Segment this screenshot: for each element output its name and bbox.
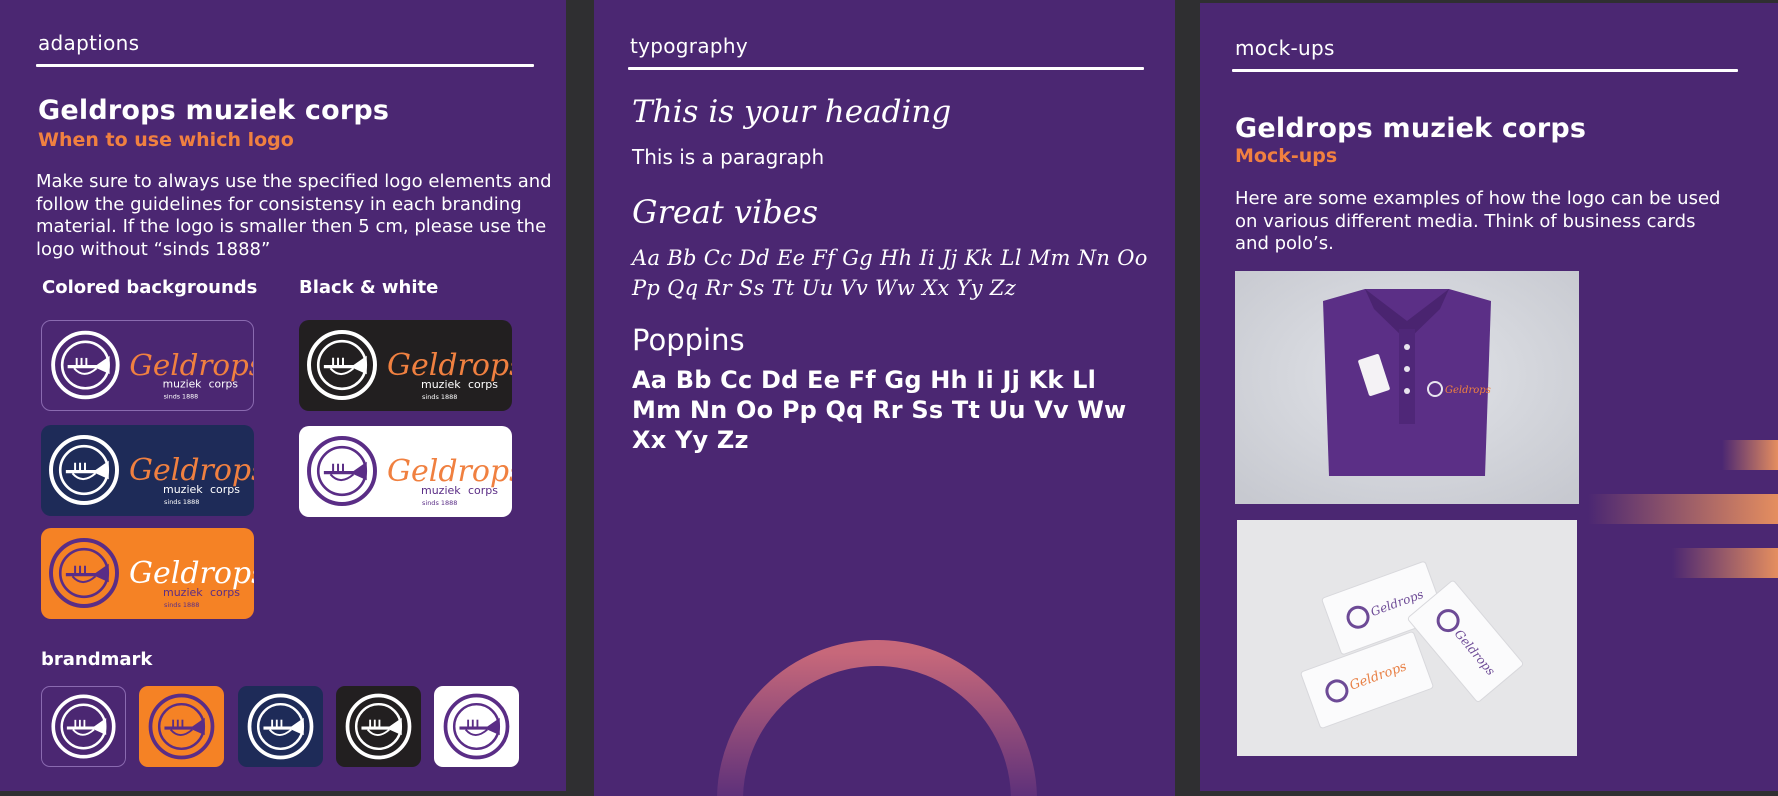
title-rule [1232, 69, 1738, 72]
decorative-stripe [1588, 494, 1778, 524]
svg-text:sinds 1888: sinds 1888 [164, 601, 199, 609]
brandmark-navy [238, 686, 323, 767]
brandmark-orange [139, 686, 224, 767]
brandmark-purple [41, 686, 126, 767]
sans-alphabet: Aa Bb Cc Dd Ee Ff Gg Hh Ii Jj Kk Ll Mm N… [632, 366, 1127, 454]
panel-title: mock-ups [1235, 36, 1335, 60]
logo-on-white: Geldrops muziek corps sinds 1888 [299, 426, 512, 517]
svg-text:corps: corps [210, 483, 240, 496]
sans-font-name: Poppins [632, 323, 745, 357]
logo-on-black: Geldrops muziek corps sinds 1888 [299, 320, 512, 411]
svg-text:sinds 1888: sinds 1888 [164, 498, 199, 506]
svg-text:corps: corps [209, 378, 239, 391]
black-white-label: Black & white [299, 277, 439, 298]
logo-on-purple: Geldrops muziek corps sinds 1888 [41, 320, 254, 411]
mockups-panel: mock-ups Geldrops muziek corps Mock-ups … [1200, 3, 1778, 791]
svg-text:corps: corps [468, 378, 498, 391]
decorative-arc [717, 640, 1037, 796]
paragraph-sample: This is a paragraph [632, 145, 825, 169]
svg-text:muziek: muziek [421, 378, 461, 391]
svg-text:sinds 1888: sinds 1888 [422, 393, 457, 401]
colored-backgrounds-label: Colored backgrounds [42, 277, 258, 298]
title-rule [36, 64, 534, 67]
svg-text:sinds 1888: sinds 1888 [164, 393, 199, 400]
brand-heading: Geldrops muziek corps [38, 95, 390, 126]
svg-text:sinds 1888: sinds 1888 [422, 499, 457, 507]
svg-text:Geldrops: Geldrops [1445, 385, 1491, 396]
svg-text:muziek: muziek [163, 378, 203, 391]
adaptions-panel: adaptions Geldrops muziek corps When to … [0, 0, 566, 791]
panel-title: adaptions [38, 31, 140, 55]
script-alphabet: Aa Bb Cc Dd Ee Ff Gg Hh Ii Jj Kk Ll Mm N… [632, 246, 1148, 300]
polo-shirt-mockup: Geldrops [1235, 271, 1579, 504]
logo-on-navy: Geldrops muziek corps sinds 1888 [41, 425, 254, 516]
decorative-stripe [1722, 440, 1778, 470]
brandmark-white [434, 686, 519, 767]
title-rule [628, 67, 1144, 70]
typography-panel: typography This is your heading This is … [594, 0, 1175, 796]
brand-subheading: Mock-ups [1235, 145, 1338, 167]
svg-text:muziek: muziek [163, 483, 203, 496]
brandmark-label: brandmark [41, 649, 153, 670]
panel-title: typography [630, 34, 748, 58]
mockups-paragraph: Here are some examples of how the logo c… [1235, 188, 1721, 254]
svg-text:muziek: muziek [163, 586, 203, 599]
script-font-name: Great vibes [632, 193, 819, 231]
usage-paragraph: Make sure to always use the specified lo… [36, 171, 552, 260]
heading-sample: This is your heading [632, 94, 952, 130]
logo-on-orange: Geldrops muziek corps sinds 1888 [41, 528, 254, 619]
svg-text:corps: corps [210, 586, 240, 599]
brandmark-black [336, 686, 421, 767]
decorative-stripe [1672, 548, 1778, 578]
svg-text:corps: corps [468, 484, 498, 497]
brand-heading: Geldrops muziek corps [1235, 113, 1587, 144]
brand-subheading: When to use which logo [38, 129, 294, 151]
svg-text:muziek: muziek [421, 484, 461, 497]
business-card-mockup: Geldrops Geldrops Geldrops [1237, 520, 1577, 756]
